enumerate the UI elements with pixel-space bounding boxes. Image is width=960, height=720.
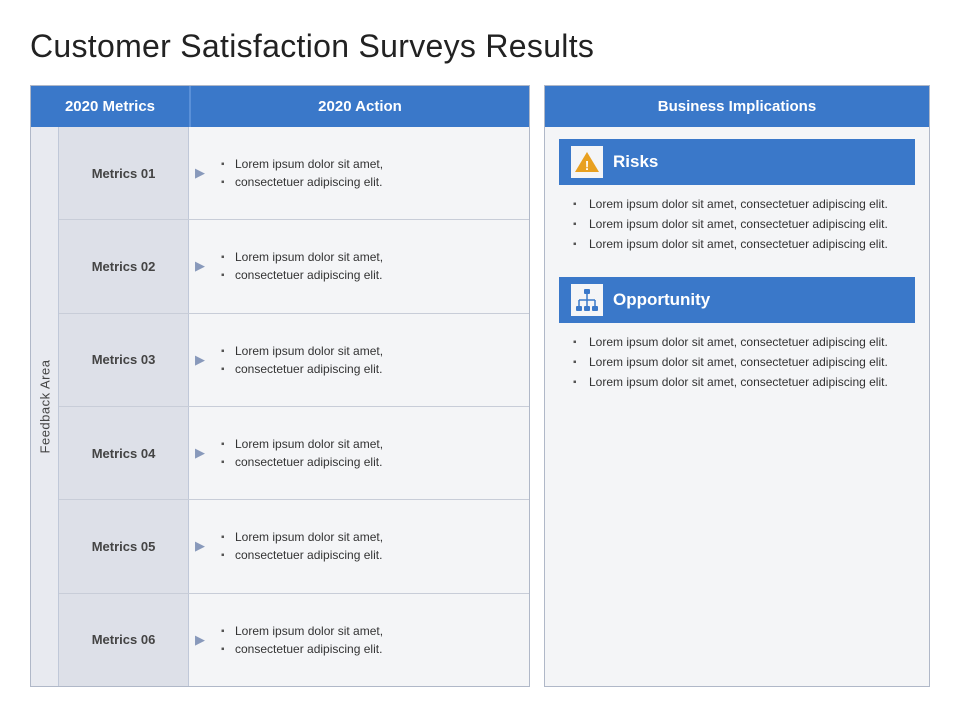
- feedback-label-wrapper: Feedback Area: [31, 127, 59, 686]
- list-item: consectetuer adipiscing elit.: [221, 266, 519, 284]
- list-item: Lorem ipsum dolor sit amet, consectetuer…: [573, 373, 901, 391]
- table-row: Metrics 02▶Lorem ipsum dolor sit amet,co…: [59, 220, 529, 313]
- table-row: Metrics 03▶Lorem ipsum dolor sit amet,co…: [59, 314, 529, 407]
- page-title: Customer Satisfaction Surveys Results: [30, 28, 930, 65]
- metric-label: Metrics 03: [59, 314, 189, 406]
- opportunity-icon-container: [571, 284, 603, 316]
- col1-header: 2020 Metrics: [31, 86, 191, 127]
- content-area: 2020 Metrics 2020 Action Feedback Area M…: [30, 85, 930, 687]
- list-item: Lorem ipsum dolor sit amet,: [221, 248, 519, 266]
- opportunity-header: Opportunity: [559, 277, 915, 323]
- opportunity-title: Opportunity: [613, 290, 710, 310]
- page: Customer Satisfaction Surveys Results 20…: [0, 0, 960, 720]
- risks-header: ! Risks: [559, 139, 915, 185]
- list-item: Lorem ipsum dolor sit amet,: [221, 622, 519, 640]
- risks-title: Risks: [613, 152, 658, 172]
- metric-label: Metrics 05: [59, 500, 189, 592]
- table-row: Metrics 01▶Lorem ipsum dolor sit amet,co…: [59, 127, 529, 220]
- metric-content: Lorem ipsum dolor sit amet,consectetuer …: [211, 429, 529, 477]
- list-item: Lorem ipsum dolor sit amet, consectetuer…: [573, 195, 901, 213]
- list-item: Lorem ipsum dolor sit amet,: [221, 528, 519, 546]
- list-item: Lorem ipsum dolor sit amet, consectetuer…: [573, 353, 901, 371]
- risks-section: ! Risks Lorem ipsum dolor sit amet, cons…: [559, 139, 915, 261]
- list-item: Lorem ipsum dolor sit amet, consectetuer…: [573, 333, 901, 351]
- opportunity-list: Lorem ipsum dolor sit amet, consectetuer…: [573, 333, 901, 391]
- metric-content: Lorem ipsum dolor sit amet,consectetuer …: [211, 336, 529, 384]
- right-panel-header: Business Implications: [545, 86, 929, 127]
- list-item: Lorem ipsum dolor sit amet, consectetuer…: [573, 235, 901, 253]
- list-item: Lorem ipsum dolor sit amet,: [221, 342, 519, 360]
- arrow-icon: ▶: [189, 352, 211, 368]
- metric-content: Lorem ipsum dolor sit amet,consectetuer …: [211, 149, 529, 197]
- arrow-icon: ▶: [189, 632, 211, 648]
- metric-content: Lorem ipsum dolor sit amet,consectetuer …: [211, 616, 529, 664]
- rows-area: Metrics 01▶Lorem ipsum dolor sit amet,co…: [59, 127, 529, 686]
- metric-label: Metrics 04: [59, 407, 189, 499]
- metric-label: Metrics 01: [59, 127, 189, 219]
- metric-content: Lorem ipsum dolor sit amet,consectetuer …: [211, 242, 529, 290]
- metric-label: Metrics 06: [59, 594, 189, 686]
- table-row: Metrics 06▶Lorem ipsum dolor sit amet,co…: [59, 594, 529, 686]
- warning-icon-container: !: [571, 146, 603, 178]
- right-panel: Business Implications ! Risks: [544, 85, 930, 687]
- feedback-label: Feedback Area: [37, 360, 52, 454]
- table-row: Metrics 04▶Lorem ipsum dolor sit amet,co…: [59, 407, 529, 500]
- list-item: Lorem ipsum dolor sit amet, consectetuer…: [573, 215, 901, 233]
- arrow-icon: ▶: [189, 445, 211, 461]
- list-item: consectetuer adipiscing elit.: [221, 546, 519, 564]
- metric-content: Lorem ipsum dolor sit amet,consectetuer …: [211, 522, 529, 570]
- list-item: Lorem ipsum dolor sit amet,: [221, 435, 519, 453]
- left-header: 2020 Metrics 2020 Action: [31, 86, 529, 127]
- left-body: Feedback Area Metrics 01▶Lorem ipsum dol…: [31, 127, 529, 686]
- arrow-icon: ▶: [189, 538, 211, 554]
- right-body: ! Risks Lorem ipsum dolor sit amet, cons…: [545, 127, 929, 686]
- list-item: Lorem ipsum dolor sit amet,: [221, 155, 519, 173]
- warning-icon: !: [574, 149, 600, 175]
- opportunity-content: Lorem ipsum dolor sit amet, consectetuer…: [559, 323, 915, 399]
- table-row: Metrics 05▶Lorem ipsum dolor sit amet,co…: [59, 500, 529, 593]
- list-item: consectetuer adipiscing elit.: [221, 640, 519, 658]
- arrow-icon: ▶: [189, 165, 211, 181]
- metric-label: Metrics 02: [59, 220, 189, 312]
- opportunity-icon: [574, 287, 600, 313]
- left-panel: 2020 Metrics 2020 Action Feedback Area M…: [30, 85, 530, 687]
- opportunity-section: Opportunity Lorem ipsum dolor sit amet, …: [559, 277, 915, 399]
- list-item: consectetuer adipiscing elit.: [221, 453, 519, 471]
- list-item: consectetuer adipiscing elit.: [221, 360, 519, 378]
- list-item: consectetuer adipiscing elit.: [221, 173, 519, 191]
- risks-content: Lorem ipsum dolor sit amet, consectetuer…: [559, 185, 915, 261]
- risks-list: Lorem ipsum dolor sit amet, consectetuer…: [573, 195, 901, 253]
- col2-header: 2020 Action: [191, 86, 529, 127]
- arrow-icon: ▶: [189, 258, 211, 274]
- svg-text:!: !: [585, 158, 589, 173]
